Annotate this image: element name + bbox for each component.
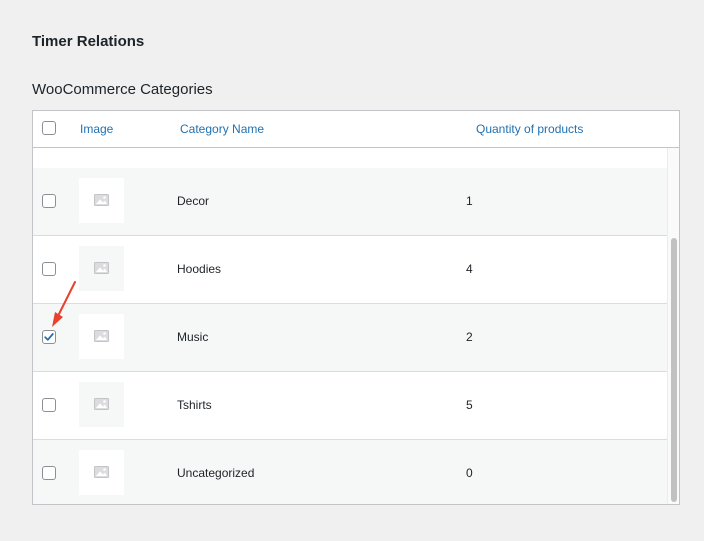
row-checkbox[interactable]: [42, 398, 56, 412]
image-placeholder-icon: [94, 262, 109, 274]
category-name: Music: [177, 330, 209, 344]
categories-title: WooCommerce Categories: [32, 81, 213, 98]
category-name: Decor: [177, 194, 210, 208]
column-header-quantity[interactable]: Quantity of products: [476, 122, 583, 136]
section-title: Timer Relations: [32, 33, 145, 50]
select-all-checkbox[interactable]: [42, 121, 56, 135]
image-placeholder-icon: [94, 194, 109, 206]
table-row: Music 2: [33, 304, 667, 372]
category-thumbnail: [79, 450, 124, 495]
table-body[interactable]: Decor 1 Hoodies 4 Music 2 Tshirts 5 Unca…: [33, 148, 667, 504]
row-checkbox[interactable]: [42, 330, 56, 344]
category-name: Uncategorized: [177, 466, 255, 480]
category-thumbnail: [79, 246, 124, 291]
category-thumbnail: [79, 382, 124, 427]
image-placeholder-icon: [94, 466, 109, 478]
table-row: Decor 1: [33, 168, 667, 236]
category-quantity: 1: [466, 194, 473, 208]
category-thumbnail: [79, 314, 124, 359]
checkmark-icon: [44, 333, 54, 341]
category-quantity: 2: [466, 330, 473, 344]
table-row: Hoodies 4: [33, 236, 667, 304]
table-header: Image Category Name Quantity of products: [33, 111, 679, 148]
image-placeholder-icon: [94, 330, 109, 342]
row-checkbox[interactable]: [42, 262, 56, 276]
category-quantity: 5: [466, 398, 473, 412]
image-placeholder-icon: [94, 398, 109, 410]
categories-table: Image Category Name Quantity of products…: [32, 110, 680, 505]
category-quantity: 4: [466, 262, 473, 276]
table-row-partial: [33, 148, 667, 169]
category-name: Tshirts: [177, 398, 212, 412]
column-header-image[interactable]: Image: [80, 122, 113, 136]
row-checkbox[interactable]: [42, 466, 56, 480]
category-quantity: 0: [466, 466, 473, 480]
category-thumbnail: [79, 178, 124, 223]
column-header-category-name[interactable]: Category Name: [180, 122, 264, 136]
category-name: Hoodies: [177, 262, 222, 276]
scrollbar-thumb[interactable]: [671, 238, 677, 502]
row-checkbox[interactable]: [42, 194, 56, 208]
table-row: Tshirts 5: [33, 372, 667, 440]
table-row: Uncategorized 0: [33, 440, 667, 504]
vertical-scrollbar[interactable]: [667, 148, 679, 504]
